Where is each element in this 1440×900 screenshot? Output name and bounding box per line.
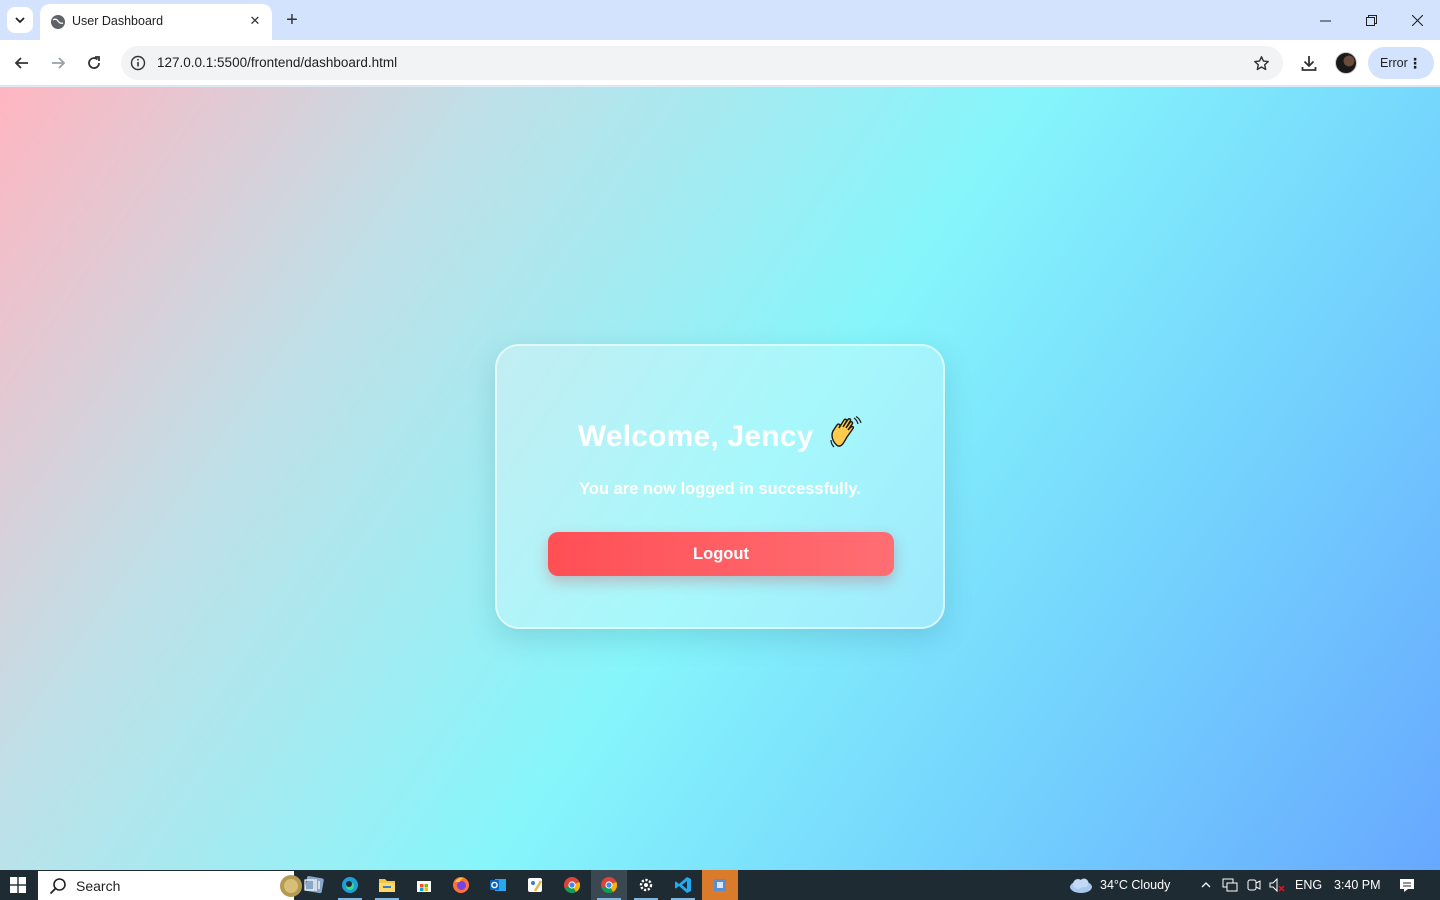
minimize-icon	[1319, 20, 1331, 21]
volume-muted-icon[interactable]	[1268, 876, 1286, 894]
start-button[interactable]	[0, 870, 36, 900]
clock-time[interactable]: 3:40 PM	[1334, 878, 1381, 892]
logout-button[interactable]: Logout	[548, 532, 894, 576]
download-icon	[1301, 56, 1317, 71]
error-label: Error	[1380, 56, 1408, 70]
tab-user-dashboard[interactable]: User Dashboard ✕	[40, 4, 272, 40]
site-info-icon[interactable]	[129, 54, 147, 72]
more-menu-icon[interactable]: ⋮	[1408, 55, 1422, 71]
file-explorer-icon[interactable]	[369, 870, 405, 900]
new-tab-button[interactable]: +	[280, 8, 304, 32]
firefox-icon[interactable]	[443, 870, 479, 900]
meet-now-icon[interactable]	[1245, 876, 1263, 894]
bookmark-star-icon[interactable]	[1251, 53, 1271, 73]
chrome-active-icon[interactable]	[591, 870, 627, 900]
tab-title: User Dashboard	[72, 14, 164, 28]
tab-search-button[interactable]	[7, 7, 33, 33]
settings-icon[interactable]	[628, 870, 664, 900]
address-bar[interactable]: 127.0.0.1:5500/frontend/dashboard.html	[121, 46, 1283, 80]
cloudy-weather-icon[interactable]	[1067, 876, 1093, 894]
task-view-icon[interactable]	[294, 870, 330, 900]
forward-button[interactable]	[44, 49, 72, 77]
downloads-button[interactable]	[1298, 52, 1320, 74]
weather-text[interactable]: 34°C Cloudy	[1100, 878, 1170, 892]
welcome-card: Welcome, Jency You are now logged in suc…	[495, 344, 945, 629]
back-button[interactable]	[8, 49, 36, 77]
windows-taskbar: Search 34°C Cloudy ENG 3:40 PM	[0, 870, 1440, 900]
edge-icon[interactable]	[332, 870, 368, 900]
language-indicator[interactable]: ENG	[1295, 878, 1322, 892]
arrow-right-icon	[52, 57, 66, 69]
chevron-down-icon	[15, 17, 25, 24]
browser-toolbar: 127.0.0.1:5500/frontend/dashboard.html E…	[0, 40, 1440, 86]
restore-icon	[1365, 14, 1377, 26]
tab-strip: User Dashboard ✕ +	[0, 0, 1440, 40]
chrome-icon[interactable]	[554, 870, 590, 900]
vscode-icon[interactable]	[665, 870, 701, 900]
windows-logo-icon	[10, 877, 26, 893]
minimize-window-button[interactable]	[1302, 0, 1348, 40]
dashboard-page: Welcome, Jency You are now logged in suc…	[0, 87, 1440, 870]
url-text[interactable]: 127.0.0.1:5500/frontend/dashboard.html	[157, 55, 397, 70]
welcome-text: Welcome, Jency	[577, 420, 814, 453]
close-icon	[1411, 14, 1423, 26]
paint-icon[interactable]	[517, 870, 553, 900]
network-icon[interactable]	[1221, 876, 1239, 894]
arrow-left-icon	[14, 57, 28, 69]
profile-error-button[interactable]: Error ⋮	[1368, 47, 1434, 79]
search-icon	[49, 878, 66, 895]
close-tab-icon[interactable]: ✕	[246, 12, 264, 30]
app-icon[interactable]	[702, 870, 738, 900]
welcome-heading: Welcome, Jency	[497, 416, 943, 454]
outlook-icon[interactable]	[480, 870, 516, 900]
profile-avatar[interactable]	[1335, 52, 1357, 74]
login-success-message: You are now logged in successfully.	[579, 480, 861, 498]
close-window-button[interactable]	[1394, 0, 1440, 40]
chevron-up-icon[interactable]	[1197, 876, 1215, 894]
search-label: Search	[76, 878, 121, 894]
reload-icon	[88, 56, 100, 69]
notifications-icon[interactable]	[1398, 876, 1416, 894]
reload-button[interactable]	[80, 49, 108, 77]
restore-window-button[interactable]	[1348, 0, 1394, 40]
store-icon[interactable]	[406, 870, 442, 900]
globe-icon	[51, 15, 65, 29]
waving-hand-icon	[830, 416, 862, 448]
taskbar-search-box[interactable]: Search	[38, 871, 324, 900]
